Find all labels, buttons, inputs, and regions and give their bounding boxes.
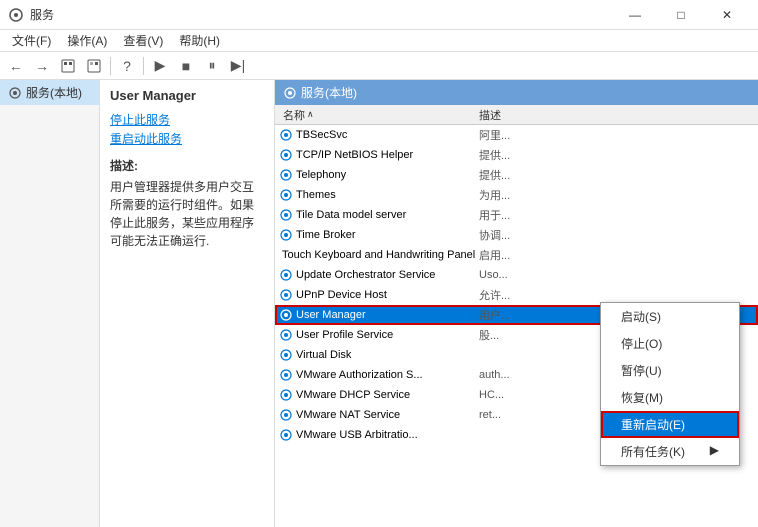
window-controls: — □ ✕ (612, 0, 750, 30)
restore-button[interactable]: □ (658, 0, 704, 30)
service-name: VMware Authorization S... (279, 368, 479, 382)
context-menu-item[interactable]: 启动(S) (601, 303, 739, 330)
title-bar: 服务 — □ ✕ (0, 0, 758, 30)
separator-2 (143, 57, 144, 75)
minimize-button[interactable]: — (612, 0, 658, 30)
services-header-label: 服务(本地) (301, 84, 357, 101)
play-button[interactable]: ▶ (148, 55, 172, 77)
menu-bar: 文件(F) 操作(A) 查看(V) 帮助(H) (0, 30, 758, 52)
service-desc: 提供... (479, 147, 754, 163)
table-row[interactable]: Tile Data model server用于... (275, 205, 758, 225)
service-icon (279, 128, 293, 142)
services-header-icon (283, 86, 297, 100)
restart-button[interactable]: ▶| (226, 55, 250, 77)
service-desc: 为用... (479, 187, 754, 203)
nav-panel: 服务(本地) (0, 80, 100, 527)
context-menu-item[interactable]: 暂停(U) (601, 357, 739, 384)
pause-button[interactable]: ⏸ (200, 55, 224, 77)
help-button[interactable]: ? (115, 55, 139, 77)
service-desc: Uso... (479, 269, 754, 281)
info-desc-text: 用户管理器提供多用户交互所需要的运行时组件。如果停止此服务，某些应用程序可能无法… (110, 178, 264, 250)
back-button[interactable]: ← (4, 55, 28, 77)
nav-services-icon (8, 86, 22, 100)
service-name: TBSecSvc (279, 128, 479, 142)
menu-action[interactable]: 操作(A) (59, 30, 115, 51)
service-name: Virtual Disk (279, 348, 479, 362)
nav-item-local-services[interactable]: 服务(本地) (0, 80, 99, 105)
col-name-header[interactable]: 名称 ∧ (279, 107, 479, 123)
service-icon (279, 408, 293, 422)
submenu-arrow-icon: ▶ (710, 443, 719, 457)
table-row[interactable]: TBSecSvc阿里... (275, 125, 758, 145)
toolbar: ← → ? ▶ ■ ⏸ ▶| (0, 52, 758, 80)
service-icon (279, 308, 293, 322)
service-icon (279, 268, 293, 282)
sort-arrow: ∧ (307, 109, 314, 120)
table-row[interactable]: Update Orchestrator ServiceUso... (275, 265, 758, 285)
service-name: User Profile Service (279, 328, 479, 342)
service-name: Update Orchestrator Service (279, 268, 479, 282)
service-desc: 用于... (479, 207, 754, 223)
service-name: Tile Data model server (279, 208, 479, 222)
service-icon (279, 208, 293, 222)
service-icon (279, 288, 293, 302)
forward-button[interactable]: → (30, 55, 54, 77)
info-service-title: User Manager (110, 88, 264, 103)
close-button[interactable]: ✕ (704, 0, 750, 30)
app-icon (8, 7, 24, 23)
info-panel: User Manager 停止此服务 重启动此服务 描述: 用户管理器提供多用户… (100, 80, 275, 527)
service-icon (279, 148, 293, 162)
restart-service-link[interactable]: 重启动此服务 (110, 130, 264, 147)
table-row[interactable]: Themes为用... (275, 185, 758, 205)
service-name: UPnP Device Host (279, 288, 479, 302)
context-menu-item[interactable]: 重新启动(E) (601, 411, 739, 438)
context-menu: 启动(S)停止(O)暂停(U)恢复(M)重新启动(E)所有任务(K)▶ (600, 302, 740, 466)
service-icon (279, 388, 293, 402)
service-name: VMware USB Arbitratio... (279, 428, 479, 442)
services-area: 服务(本地) 名称 ∧ 描述 TBSecSvc阿里...TCP/IP NetBI… (275, 80, 758, 527)
separator-1 (110, 57, 111, 75)
service-name: User Manager (279, 308, 479, 322)
content-area: User Manager 停止此服务 重启动此服务 描述: 用户管理器提供多用户… (100, 80, 758, 527)
table-row[interactable]: Time Broker协调... (275, 225, 758, 245)
context-menu-item[interactable]: 所有任务(K)▶ (601, 438, 739, 465)
stop-service-link[interactable]: 停止此服务 (110, 111, 264, 128)
service-name: Telephony (279, 168, 479, 182)
table-row[interactable]: Telephony提供... (275, 165, 758, 185)
window-title: 服务 (30, 6, 612, 23)
service-icon (279, 188, 293, 202)
table-row[interactable]: TCP/IP NetBIOS Helper提供... (275, 145, 758, 165)
main-layout: 服务(本地) User Manager 停止此服务 重启动此服务 描述: 用户管… (0, 80, 758, 527)
service-name: Themes (279, 188, 479, 202)
service-icon (279, 348, 293, 362)
service-desc: 提供... (479, 167, 754, 183)
menu-help[interactable]: 帮助(H) (171, 30, 228, 51)
service-name: VMware DHCP Service (279, 388, 479, 402)
up-button[interactable] (56, 55, 80, 77)
service-icon (279, 228, 293, 242)
service-icon (279, 328, 293, 342)
context-menu-item[interactable]: 恢复(M) (601, 384, 739, 411)
service-name: VMware NAT Service (279, 408, 479, 422)
info-desc-title: 描述: (110, 157, 264, 174)
service-desc: 允许... (479, 287, 754, 303)
service-icon (279, 428, 293, 442)
map-button[interactable] (82, 55, 106, 77)
services-header: 服务(本地) (275, 80, 758, 105)
service-desc: 协调... (479, 227, 754, 243)
service-desc: 阿里... (479, 127, 754, 143)
service-name: Time Broker (279, 228, 479, 242)
service-icon (279, 168, 293, 182)
context-menu-item[interactable]: 停止(O) (601, 330, 739, 357)
service-icon (279, 368, 293, 382)
service-desc: 启用... (479, 247, 754, 263)
table-row[interactable]: Touch Keyboard and Handwriting Panel Ser… (275, 245, 758, 265)
service-name: TCP/IP NetBIOS Helper (279, 148, 479, 162)
stop-button[interactable]: ■ (174, 55, 198, 77)
menu-file[interactable]: 文件(F) (4, 30, 59, 51)
service-name: Touch Keyboard and Handwriting Panel Ser… (279, 248, 479, 262)
col-desc-header[interactable]: 描述 (479, 107, 754, 123)
menu-view[interactable]: 查看(V) (115, 30, 171, 51)
table-header: 名称 ∧ 描述 (275, 105, 758, 125)
